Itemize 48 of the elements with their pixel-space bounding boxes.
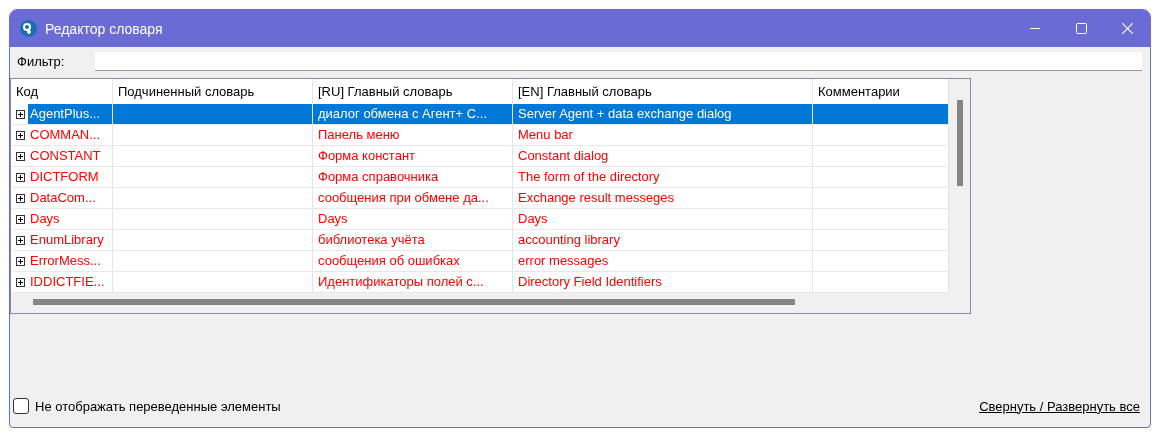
- close-icon: [1121, 23, 1133, 34]
- minimize-icon: [1030, 28, 1040, 29]
- code-cell[interactable]: AgentPlus...: [28, 104, 112, 124]
- checkbox[interactable]: [13, 398, 29, 414]
- expand-icon[interactable]: [16, 277, 25, 287]
- collapse-expand-link[interactable]: Свернуть / Развернуть все: [979, 398, 1140, 414]
- scroll-thumb[interactable]: [957, 100, 963, 186]
- maximize-icon: [1075, 23, 1087, 34]
- table-cell: Идентификаторы полей с...: [313, 272, 513, 293]
- table-cell: accounting library: [513, 230, 813, 251]
- code-cell[interactable]: Days: [28, 209, 112, 229]
- expand-icon[interactable]: [16, 130, 25, 140]
- table-cell: сообщения об ошибках: [313, 251, 513, 272]
- table-cell: Server Agent + data exchange dialog: [513, 104, 813, 125]
- expand-icon[interactable]: [16, 151, 25, 161]
- code-cell[interactable]: IDDICTFIE...: [28, 272, 112, 292]
- code-cell[interactable]: DICTFORM: [28, 167, 112, 187]
- scroll-thumb[interactable]: [33, 299, 795, 305]
- code-cell[interactable]: ErrorMess...: [28, 251, 112, 271]
- table-cell: error messages: [513, 251, 813, 272]
- filter-label: Фильтр:: [17, 53, 66, 69]
- expand-icon[interactable]: [16, 256, 25, 266]
- table-cell: Панель меню: [313, 125, 513, 146]
- expand-icon[interactable]: [16, 235, 25, 245]
- table-cell: диалог обмена с Агент+ С...: [313, 104, 513, 125]
- table-cell: Days: [313, 209, 513, 230]
- table-cell: Форма справочника: [313, 167, 513, 188]
- expand-icon[interactable]: [16, 109, 25, 119]
- table-cell: Days: [513, 209, 813, 230]
- table-cell: библиотека учёта: [313, 230, 513, 251]
- table-cell: Directory Field Identifiers: [513, 272, 813, 293]
- table-cell: Exchange result messeges: [513, 188, 813, 209]
- code-cell[interactable]: COMMAN...: [28, 125, 112, 145]
- table-cell: The form of the directory: [513, 167, 813, 188]
- expand-icon[interactable]: [16, 214, 25, 224]
- code-cell[interactable]: DataCom...: [28, 188, 112, 208]
- table-cell: Форма констант: [313, 146, 513, 167]
- table-cell: сообщения при обмене да...: [313, 188, 513, 209]
- checkbox-label: Не отображать переведенные элементы: [35, 398, 281, 414]
- app-logo-icon: [20, 20, 37, 37]
- window-title: Редактор словаря: [45, 20, 164, 37]
- expand-icon[interactable]: [16, 193, 25, 203]
- table-cell: Menu bar: [513, 125, 813, 146]
- code-cell[interactable]: CONSTANT: [28, 146, 112, 166]
- table-cell: Constant dialog: [513, 146, 813, 167]
- expand-icon[interactable]: [16, 172, 25, 182]
- filter-field[interactable]: [95, 51, 1142, 71]
- code-cell[interactable]: EnumLibrary: [28, 230, 112, 250]
